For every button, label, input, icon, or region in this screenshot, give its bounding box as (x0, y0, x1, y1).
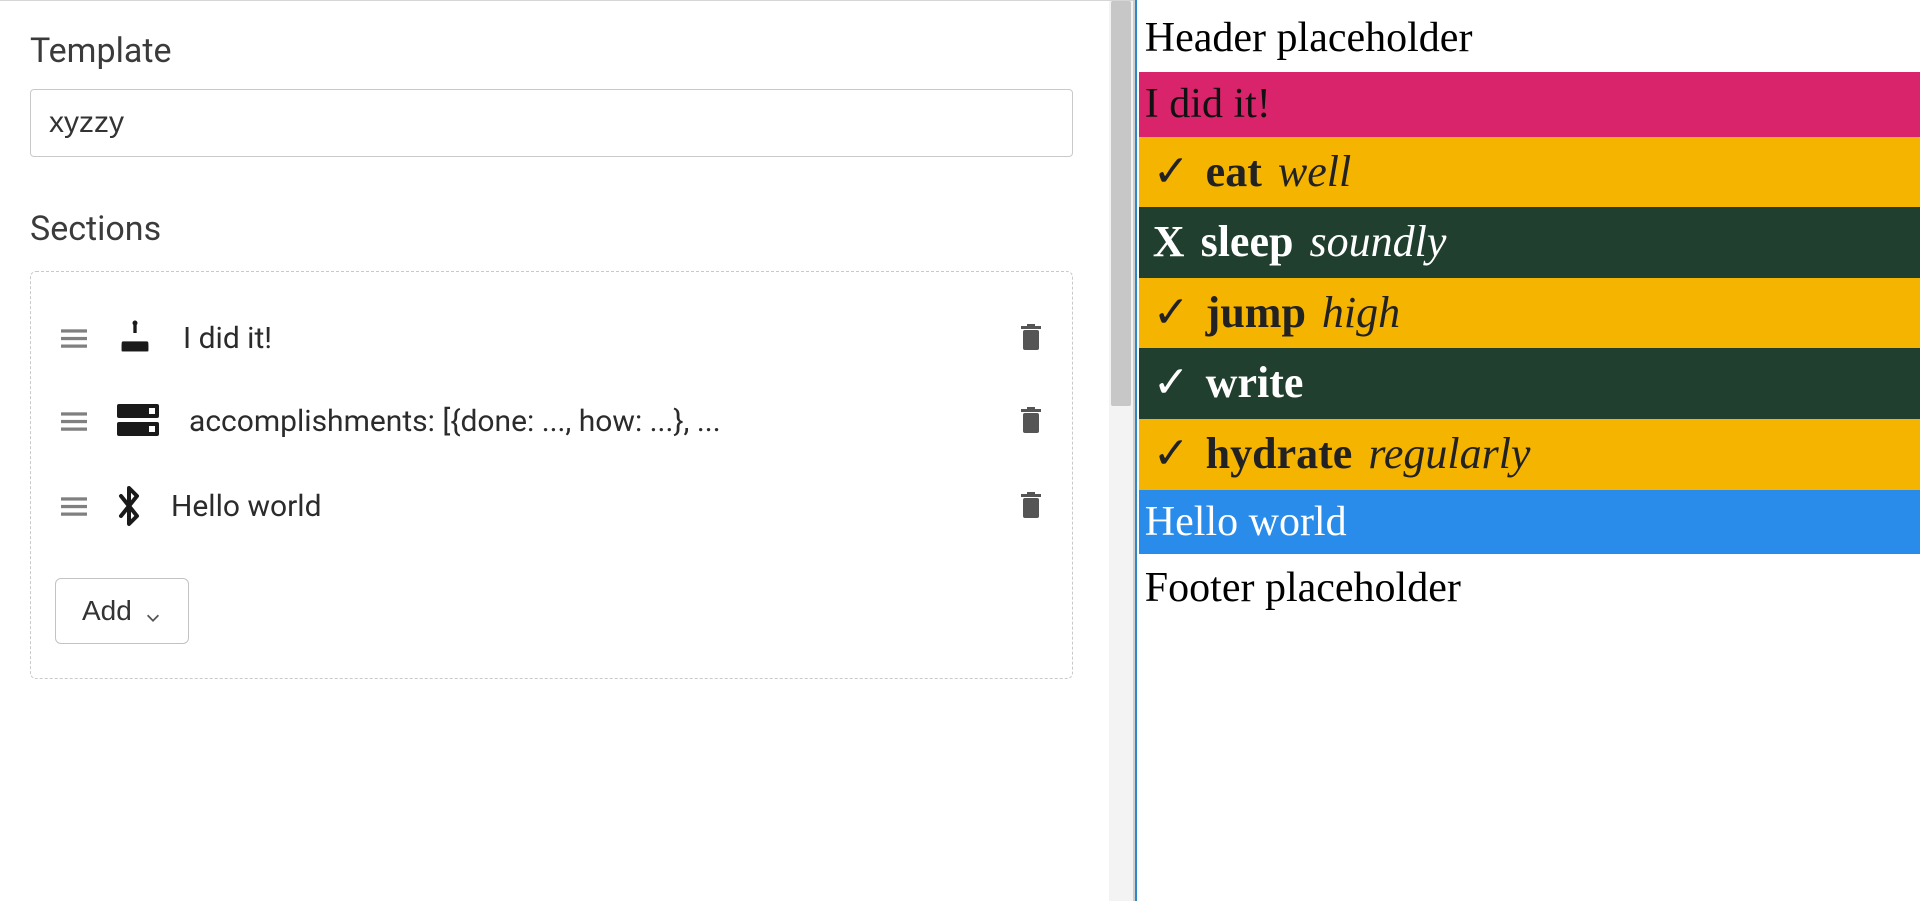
accomplishment-title: jump (1206, 288, 1306, 339)
editor-content: Template Sections I did it! accomplishmen… (30, 31, 1103, 679)
accomplishment-row: write (1139, 348, 1920, 419)
check-mark-icon (1153, 147, 1190, 198)
template-input[interactable] (30, 89, 1073, 157)
section-label: Hello world (171, 489, 992, 524)
trash-icon[interactable] (1020, 492, 1042, 520)
section-row[interactable]: accomplishments: [{done: ..., how: ...},… (55, 380, 1048, 462)
preview-header: Header placeholder (1139, 0, 1920, 72)
drag-handle-icon[interactable] (61, 410, 87, 432)
scrollbar-track[interactable] (1109, 1, 1133, 901)
sections-list: I did it! accomplishments: [{done: ..., h… (30, 271, 1073, 679)
section-row[interactable]: Hello world (55, 462, 1048, 550)
add-section-label: Add (82, 595, 132, 627)
trash-icon[interactable] (1020, 407, 1042, 435)
section-label: accomplishments: [{done: ..., how: ...},… (189, 404, 992, 439)
add-section-button[interactable]: Add (55, 578, 189, 644)
accomplishment-row: jump high (1139, 278, 1920, 349)
accomplishment-row: eatwell (1139, 137, 1920, 208)
check-mark-icon (1153, 429, 1190, 480)
accomplishment-how: soundly (1309, 217, 1446, 268)
check-mark-icon (1153, 288, 1190, 339)
editor-panel: Template Sections I did it! accomplishmen… (0, 0, 1133, 901)
accomplishment-how: high (1322, 288, 1400, 339)
accomplishment-how: regularly (1368, 429, 1530, 480)
datagroup-icon (115, 402, 161, 440)
drag-handle-icon[interactable] (61, 327, 87, 349)
chevron-down-icon (144, 602, 162, 620)
cake-icon (115, 318, 155, 358)
accomplishment-how: well (1278, 147, 1351, 198)
preview-blue-line: Hello world (1139, 490, 1920, 554)
scrollbar-thumb[interactable] (1111, 1, 1131, 406)
preview-panel: Header placeholder I did it! eatwellslee… (1139, 0, 1920, 901)
accomplishment-title: eat (1206, 147, 1262, 198)
x-mark-icon (1153, 217, 1185, 268)
bluetooth-icon (115, 484, 143, 528)
sections-area: Sections I did it! accomplishments: [{don… (30, 209, 1073, 679)
accomplishment-title: sleep (1201, 217, 1294, 268)
accomplishment-row: hydrate regularly (1139, 419, 1920, 490)
trash-icon[interactable] (1020, 324, 1042, 352)
accomplishment-title: hydrate (1206, 429, 1353, 480)
check-mark-icon (1153, 358, 1190, 409)
section-row[interactable]: I did it! (55, 296, 1048, 380)
preview-pink-line: I did it! (1139, 72, 1920, 136)
drag-handle-icon[interactable] (61, 495, 87, 517)
section-label: I did it! (183, 321, 992, 356)
template-field-label: Template (30, 31, 1073, 71)
accomplishment-title: write (1206, 358, 1304, 409)
sections-field-label: Sections (30, 209, 1073, 249)
preview-footer: Footer placeholder (1139, 554, 1920, 620)
accomplishment-row: sleep soundly (1139, 207, 1920, 278)
